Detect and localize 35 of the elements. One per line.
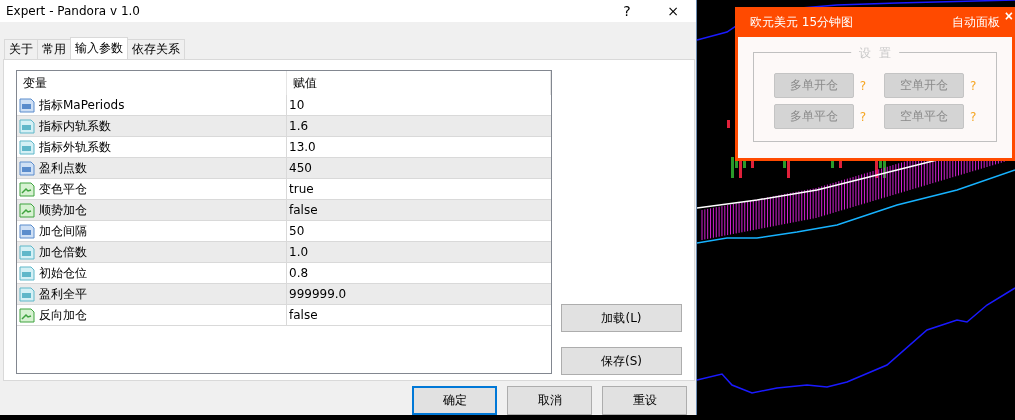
parameter-name: 加仓间隔 bbox=[39, 222, 87, 240]
table-cell-text: 50 bbox=[288, 223, 306, 240]
parameter-name: 指标MaPeriods bbox=[39, 96, 125, 114]
table-cell-text: true bbox=[288, 181, 315, 198]
table-cell-text: 10 bbox=[288, 97, 306, 114]
parameter-name: 指标内轨系数 bbox=[39, 117, 111, 135]
panel-mode: 自动面板 bbox=[952, 13, 1000, 31]
side-button[interactable]: 保存(S) bbox=[561, 347, 682, 375]
parameter-name: 反向加仓 bbox=[39, 306, 87, 324]
dialog-button[interactable]: 确定 bbox=[412, 386, 497, 415]
table-cell-text: 450 bbox=[288, 160, 313, 177]
tab[interactable]: 输入参数 bbox=[70, 37, 128, 59]
window-title: Expert - Pandora v 1.0 bbox=[6, 4, 141, 18]
dialog-button[interactable]: 重设 bbox=[602, 386, 687, 415]
table-cell-text: false bbox=[288, 307, 319, 324]
parameter-name: 指标外轨系数 bbox=[39, 138, 111, 156]
panel-title: 欧元美元 15分钟图 bbox=[750, 13, 855, 31]
parameter-name: 加仓倍数 bbox=[39, 243, 87, 261]
dialog-button[interactable]: 取消 bbox=[507, 386, 592, 415]
side-button[interactable]: 加载(L) bbox=[561, 304, 682, 332]
table-cell-text: 1.0 bbox=[288, 244, 310, 261]
table-cell-text: 0.8 bbox=[288, 265, 310, 282]
table-cell-text: 1.6 bbox=[288, 118, 310, 135]
parameter-name: 变色平仓 bbox=[39, 180, 87, 198]
close-button[interactable]: × bbox=[650, 0, 696, 22]
parameter-name: 顺势加仓 bbox=[39, 201, 87, 219]
help-button[interactable]: ? bbox=[604, 0, 650, 22]
table-cell-text: 999999.0 bbox=[288, 286, 348, 303]
parameter-name: 初始仓位 bbox=[39, 264, 87, 282]
tab[interactable]: 关于 bbox=[4, 39, 38, 59]
parameter-name: 盈利全平 bbox=[39, 285, 87, 303]
table-cell-text: 13.0 bbox=[288, 139, 317, 156]
tab[interactable]: 依存关系 bbox=[127, 39, 185, 59]
parameter-name: 盈利点数 bbox=[39, 159, 87, 177]
table-cell-text: false bbox=[288, 202, 319, 219]
